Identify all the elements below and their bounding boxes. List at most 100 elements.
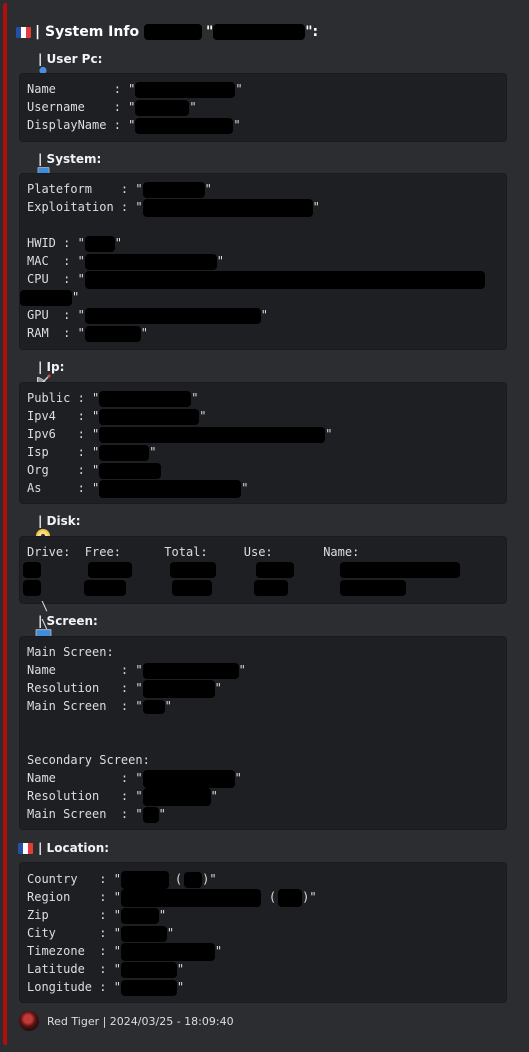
redacted-value [213, 24, 306, 40]
disk-row: \ GO GO % [20, 579, 500, 739]
quote: " [312, 200, 320, 214]
location-timezone-line: Timezone : " " [27, 942, 223, 961]
screen-mainscreen-key: Main Screen : " [27, 807, 143, 821]
location-zip-line: Zip : " " [27, 906, 166, 924]
section-system-heading: | System: [18, 150, 101, 179]
ip-ipv4-line: Ipv4 : " " [27, 407, 206, 425]
quote: " [260, 308, 269, 322]
monitor-icon [18, 614, 52, 643]
system-gpu-line: GPU : " " [27, 306, 268, 324]
redacted-value [170, 562, 216, 578]
redacted-value [135, 117, 234, 134]
ip-isp-line: Isp : " " [27, 443, 156, 461]
screen-main-resolution-line: Resolution : " " [27, 679, 222, 698]
redacted-value [142, 699, 165, 714]
redacted-value [120, 870, 169, 889]
system-cpu-line: CPU : " [27, 270, 485, 289]
location-city-line: City : " " [27, 924, 174, 942]
system-plateform-line: Plateform : " " [27, 180, 212, 198]
quote: " [210, 789, 218, 803]
location-country-line: Country : "()" [27, 870, 217, 889]
screen-main-mainscreen-line: Main Screen : " " [27, 697, 172, 715]
ip-public-line: Public : " " [27, 389, 198, 407]
location-region-key: Region : " [27, 890, 121, 904]
user-username-key: Username : " [27, 100, 136, 114]
section-ip-heading: | Ip: [18, 358, 65, 388]
location-longitude-key: Longitude : " [27, 980, 121, 994]
screen-resolution-key: Resolution : " [27, 789, 143, 803]
disk-header-line: Drive: Free: Total: Use: Name: [27, 545, 360, 559]
section-disk-heading: | Disk: [18, 512, 81, 543]
redacted-value [142, 787, 211, 806]
redacted-value [172, 580, 212, 596]
footer-text: Red Tiger | 2024/03/25 - 18:09:40 [47, 1014, 234, 1028]
location-country-key: Country : " [27, 872, 121, 886]
section-disk-label: | Disk: [38, 514, 81, 528]
ip-as-line: As : " " [27, 479, 249, 498]
screen-name-key: Name : " [27, 663, 143, 677]
screen-resolution-key: Resolution : " [27, 681, 143, 695]
redacted-value [135, 81, 236, 98]
embed-title: | System Info " ": [16, 22, 318, 42]
quote: " [235, 82, 243, 96]
disk-codeblock: Drive: Free: Total: Use: Name: \ GO GO %… [19, 536, 507, 739]
dvd-icon [18, 514, 50, 543]
quote: " [191, 391, 199, 405]
quote: " [158, 908, 167, 922]
redacted-value [120, 925, 167, 942]
section-ip-label: | Ip: [38, 360, 65, 374]
ip-ipv6-line: Ipv6 : " " [27, 425, 332, 443]
location-region-line: Region : "()" [27, 888, 317, 907]
laptop-icon [18, 152, 52, 179]
disk-row: \ GO GO % [20, 561, 500, 721]
system-hwid-key: HWID : " [27, 236, 85, 250]
system-ram-line: RAM : " " [27, 324, 148, 342]
location-timezone-key: Timezone : " [27, 944, 121, 958]
redacted-value [23, 580, 41, 596]
system-exploitation-key: Exploitation : " [27, 200, 143, 214]
quote: " [199, 409, 207, 423]
redacted-value [142, 806, 159, 823]
quote: " [238, 663, 246, 677]
redacted-value [142, 181, 205, 198]
quote: " [204, 182, 212, 196]
quote: " [241, 481, 249, 495]
quote: " [214, 944, 223, 958]
title-label: | System Info [35, 24, 144, 40]
system-mac-line: MAC : " " [27, 252, 224, 270]
section-screen-heading: | Screen: [18, 612, 98, 643]
embed-footer: Red Tiger | 2024/03/25 - 18:09:40 [19, 1010, 234, 1032]
location-codeblock: Country : "()" Region : "()" Zip : " " Ci… [19, 862, 507, 1003]
redacted-value [88, 562, 132, 578]
system-hwid-line: HWID : " " [27, 234, 122, 252]
redacted-value [84, 270, 485, 289]
redacted-value [120, 907, 159, 924]
screen-mainscreen-key: Main Screen : " [27, 699, 143, 713]
location-latitude-line: Latitude : " " [27, 960, 184, 978]
redacted-value [84, 325, 141, 342]
redacted-value [142, 662, 239, 679]
redacted-value [143, 24, 202, 40]
quote: " [325, 427, 333, 441]
redacted-value [254, 580, 288, 596]
redacted-value [84, 580, 126, 596]
user-displayname-key: DisplayName : " [27, 118, 136, 132]
quote: " [234, 771, 242, 785]
france-flag-icon [18, 841, 35, 856]
redacted-value [84, 253, 217, 270]
quote: " [189, 100, 197, 114]
user-name-key: Name : " [27, 82, 136, 96]
location-longitude-line: Longitude : " " [27, 978, 184, 996]
screen-main-title: Main Screen: [27, 645, 114, 659]
system-ram-key: RAM : " [27, 326, 85, 340]
system-cpu-key: CPU : " [27, 272, 85, 286]
system-codeblock: Plateform : " " Exploitation : " " HWID : … [19, 173, 507, 350]
quote: " [149, 445, 157, 459]
redacted-value [99, 390, 192, 407]
redacted-value [84, 307, 261, 324]
system-plateform-key: Plateform : " [27, 182, 143, 196]
redacted-value [120, 979, 177, 996]
section-screen-label: | Screen: [38, 614, 98, 628]
title-quote: " [205, 24, 214, 40]
user-codeblock: Name : " " Username : " " DisplayName : " " [19, 73, 507, 142]
